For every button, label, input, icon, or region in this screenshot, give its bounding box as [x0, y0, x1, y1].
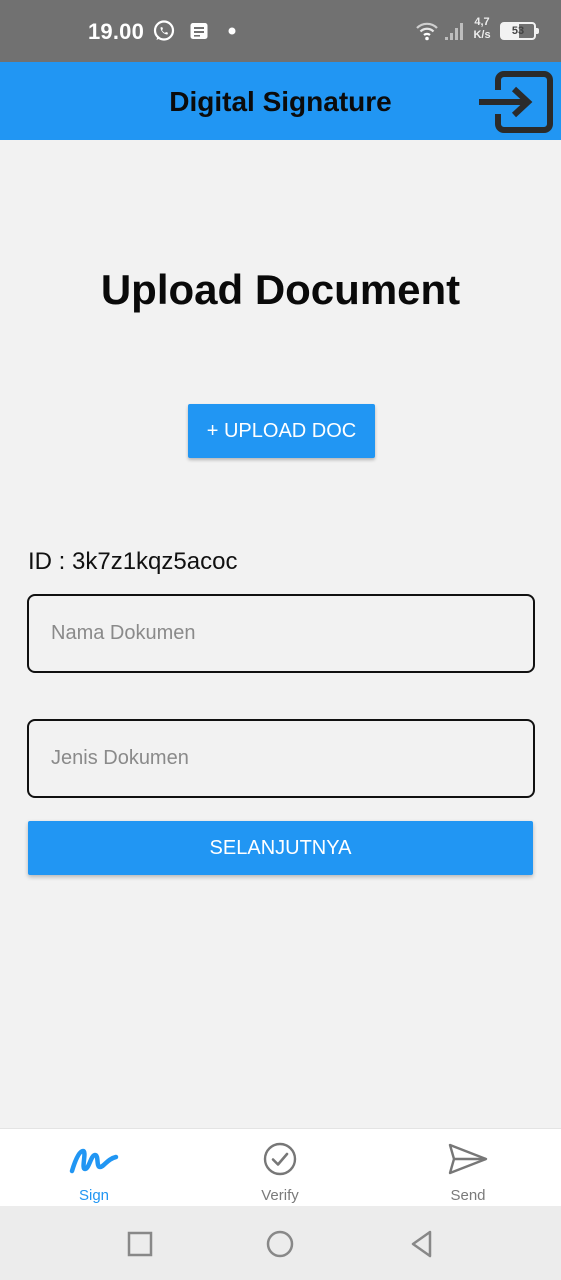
system-nav-bar	[0, 1206, 561, 1280]
upload-doc-button[interactable]: + UPLOAD DOC	[188, 404, 375, 458]
nav-item-verify[interactable]: Verify	[210, 1129, 350, 1207]
nav-label-send: Send	[450, 1187, 486, 1204]
logout-icon	[479, 71, 553, 133]
nav-label-verify: Verify	[261, 1187, 299, 1204]
bottom-nav: Sign Verify Send	[0, 1128, 561, 1206]
selanjutnya-button[interactable]: SELANJUTNYA	[28, 821, 533, 875]
notes-icon	[188, 18, 210, 44]
jenis-dokumen-field[interactable]	[27, 719, 535, 798]
nav-item-send[interactable]: Send	[398, 1129, 538, 1207]
battery-level: 53	[511, 25, 525, 37]
network-speed-value: 4,7	[474, 16, 490, 28]
network-speed-unit: K/s	[473, 29, 491, 41]
back-triangle-icon	[411, 1230, 432, 1258]
app-bar: Digital Signature	[0, 62, 561, 140]
nav-item-sign[interactable]: Sign	[24, 1129, 164, 1207]
page-title: Upload Document	[100, 266, 461, 313]
back-button[interactable]	[402, 1224, 442, 1264]
square-icon	[127, 1231, 153, 1257]
logout-button[interactable]	[476, 68, 556, 136]
status-time: 19.00	[88, 19, 145, 44]
battery-icon: 53	[500, 22, 539, 40]
home-button[interactable]	[260, 1224, 300, 1264]
nama-dokumen-field[interactable]	[27, 594, 535, 673]
signal-icon	[442, 18, 466, 44]
send-icon	[443, 1139, 493, 1179]
whatsapp-icon	[151, 18, 177, 44]
check-circle-icon	[255, 1139, 305, 1179]
signature-icon	[69, 1139, 119, 1179]
nav-label-sign: Sign	[78, 1187, 110, 1204]
network-speed: 4,7 K/s	[470, 16, 494, 42]
wifi-icon	[414, 18, 440, 44]
circle-icon	[266, 1230, 294, 1258]
recent-apps-button[interactable]	[120, 1224, 160, 1264]
document-id: ID : 3k7z1kqz5acoc	[28, 548, 238, 575]
dot-icon	[226, 18, 238, 44]
status-bar: 19.00 4,7 K/s 53	[0, 0, 561, 62]
